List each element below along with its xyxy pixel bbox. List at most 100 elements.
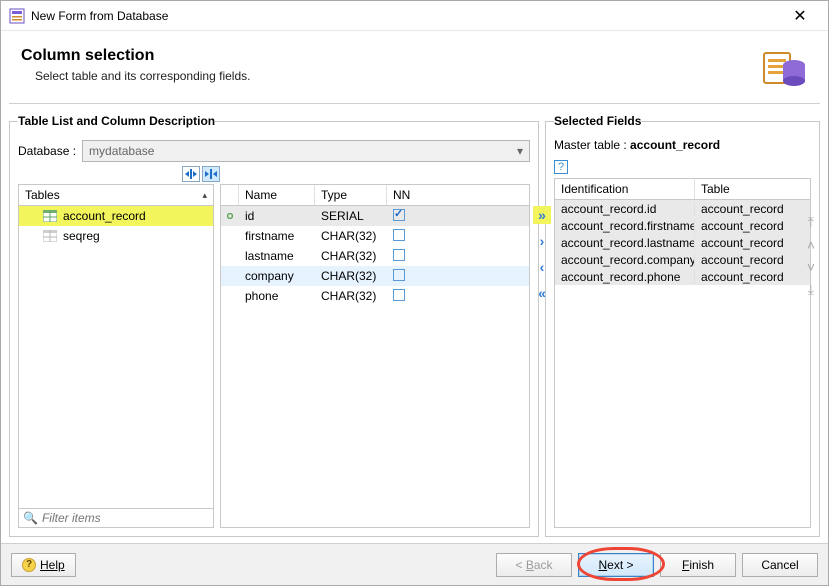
database-label: Database : bbox=[18, 144, 76, 158]
remove-one-button[interactable]: ‹ bbox=[533, 258, 551, 276]
column-type: CHAR(32) bbox=[315, 269, 387, 283]
content-area: Table List and Column Description Databa… bbox=[1, 110, 828, 537]
col-header-name[interactable]: Name bbox=[239, 185, 315, 205]
window-title: New Form from Database bbox=[31, 9, 780, 23]
column-width-toolbar bbox=[18, 166, 530, 182]
dialog-window: New Form from Database ✕ Column selectio… bbox=[0, 0, 829, 586]
tables-columns-split: Tables ▴ account_record seqreg bbox=[18, 184, 530, 528]
selected-id: account_record.lastname bbox=[555, 236, 695, 250]
column-type: CHAR(32) bbox=[315, 229, 387, 243]
filter-input[interactable] bbox=[42, 511, 209, 525]
col-header-table[interactable]: Table bbox=[695, 179, 736, 199]
checkbox-icon bbox=[393, 209, 405, 221]
back-button: < Back bbox=[496, 553, 572, 577]
fit-columns-button[interactable] bbox=[182, 166, 200, 182]
column-type: CHAR(32) bbox=[315, 249, 387, 263]
checkbox-icon bbox=[393, 229, 405, 241]
checkbox-icon bbox=[393, 249, 405, 261]
next-button[interactable]: Next > bbox=[578, 553, 654, 577]
table-item-label: account_record bbox=[63, 209, 146, 223]
col-header-nn[interactable]: NN bbox=[387, 185, 427, 205]
help-label: Help bbox=[40, 558, 65, 572]
column-nn[interactable] bbox=[387, 269, 427, 284]
table-icon bbox=[43, 210, 57, 222]
tables-header[interactable]: Tables ▴ bbox=[18, 184, 214, 205]
column-name: company bbox=[239, 269, 315, 283]
add-all-button[interactable]: » bbox=[533, 206, 551, 224]
selected-id: account_record.id bbox=[555, 202, 695, 216]
cancel-button[interactable]: Cancel bbox=[742, 553, 818, 577]
move-top-button[interactable]: ⤒ bbox=[808, 214, 814, 231]
app-icon bbox=[9, 8, 25, 24]
selected-field-row[interactable]: account_record.firstnameaccount_record bbox=[555, 217, 810, 234]
page-title: Column selection bbox=[21, 47, 762, 65]
checkbox-icon bbox=[393, 269, 405, 281]
master-table-label: Master table : bbox=[554, 138, 627, 152]
tables-pane: Tables ▴ account_record seqreg bbox=[18, 184, 214, 528]
column-name: id bbox=[239, 209, 315, 223]
column-row[interactable]: id SERIAL bbox=[221, 206, 529, 226]
search-icon: 🔍 bbox=[23, 511, 38, 525]
column-row[interactable]: company CHAR(32) bbox=[221, 266, 529, 286]
tables-columns-fieldset: Table List and Column Description Databa… bbox=[9, 114, 539, 537]
column-nn[interactable] bbox=[387, 229, 427, 244]
expand-columns-button[interactable] bbox=[202, 166, 220, 182]
column-nn[interactable] bbox=[387, 209, 427, 224]
help-hint-icon[interactable]: ? bbox=[554, 160, 568, 174]
selected-table: account_record bbox=[695, 253, 790, 267]
column-name: lastname bbox=[239, 249, 315, 263]
col-header-key[interactable] bbox=[221, 185, 239, 205]
titlebar: New Form from Database ✕ bbox=[1, 1, 828, 31]
move-down-button[interactable]: ˅ bbox=[807, 259, 815, 275]
help-button[interactable]: ? Help bbox=[11, 553, 76, 577]
column-nn[interactable] bbox=[387, 289, 427, 304]
master-table-row: Master table : account_record bbox=[554, 136, 811, 158]
page-subtitle: Select table and its corresponding field… bbox=[21, 69, 762, 83]
column-row[interactable]: lastname CHAR(32) bbox=[221, 246, 529, 266]
primary-key-icon bbox=[221, 211, 239, 221]
selected-table: account_record bbox=[695, 270, 790, 284]
selected-fields-grid: Identification Table account_record.idac… bbox=[554, 178, 811, 528]
selected-id: account_record.firstname bbox=[555, 219, 695, 233]
database-value: mydatabase bbox=[89, 144, 154, 158]
move-up-button[interactable]: ˄ bbox=[807, 237, 815, 253]
columns-header: Name Type NN bbox=[221, 185, 529, 206]
column-row[interactable]: phone CHAR(32) bbox=[221, 286, 529, 306]
table-item-label: seqreg bbox=[63, 229, 100, 243]
database-row: Database : mydatabase ▾ bbox=[18, 140, 530, 162]
remove-all-button[interactable]: « bbox=[533, 284, 551, 302]
columns-pane: Name Type NN id SERIAL first bbox=[220, 184, 530, 528]
selected-field-row[interactable]: account_record.idaccount_record bbox=[555, 200, 810, 217]
database-select[interactable]: mydatabase ▾ bbox=[82, 140, 530, 162]
column-nn[interactable] bbox=[387, 249, 427, 264]
tables-columns-legend: Table List and Column Description bbox=[18, 114, 215, 128]
selected-field-row[interactable]: account_record.phoneaccount_record bbox=[555, 268, 810, 285]
move-bottom-button[interactable]: ⤓ bbox=[808, 281, 814, 298]
wizard-header: Column selection Select table and its co… bbox=[1, 31, 828, 103]
tables-list[interactable]: account_record seqreg bbox=[18, 205, 214, 509]
selected-field-row[interactable]: account_record.companyaccount_record bbox=[555, 251, 810, 268]
header-divider bbox=[9, 103, 820, 104]
table-item-account-record[interactable]: account_record bbox=[19, 206, 213, 226]
help-icon: ? bbox=[22, 558, 36, 572]
reorder-buttons-column: ⤒ ˄ ˅ ⤓ bbox=[807, 214, 815, 298]
filter-row: 🔍 bbox=[18, 509, 214, 528]
col-header-identification[interactable]: Identification bbox=[555, 179, 695, 199]
table-icon bbox=[43, 230, 57, 242]
close-button[interactable]: ✕ bbox=[780, 6, 820, 26]
selected-id: account_record.phone bbox=[555, 270, 695, 284]
master-table-value: account_record bbox=[630, 138, 720, 152]
selected-id: account_record.company bbox=[555, 253, 695, 267]
add-one-button[interactable]: › bbox=[533, 232, 551, 250]
chevron-down-icon: ▾ bbox=[517, 144, 523, 158]
column-type: CHAR(32) bbox=[315, 289, 387, 303]
columns-body: id SERIAL firstname CHAR(32) las bbox=[221, 206, 529, 306]
table-item-seqreg[interactable]: seqreg bbox=[19, 226, 213, 246]
col-header-type[interactable]: Type bbox=[315, 185, 387, 205]
selected-fields-header: Identification Table bbox=[555, 179, 810, 200]
selected-field-row[interactable]: account_record.lastnameaccount_record bbox=[555, 234, 810, 251]
finish-button[interactable]: Finish bbox=[660, 553, 736, 577]
selected-table: account_record bbox=[695, 236, 790, 250]
column-row[interactable]: firstname CHAR(32) bbox=[221, 226, 529, 246]
checkbox-icon bbox=[393, 289, 405, 301]
